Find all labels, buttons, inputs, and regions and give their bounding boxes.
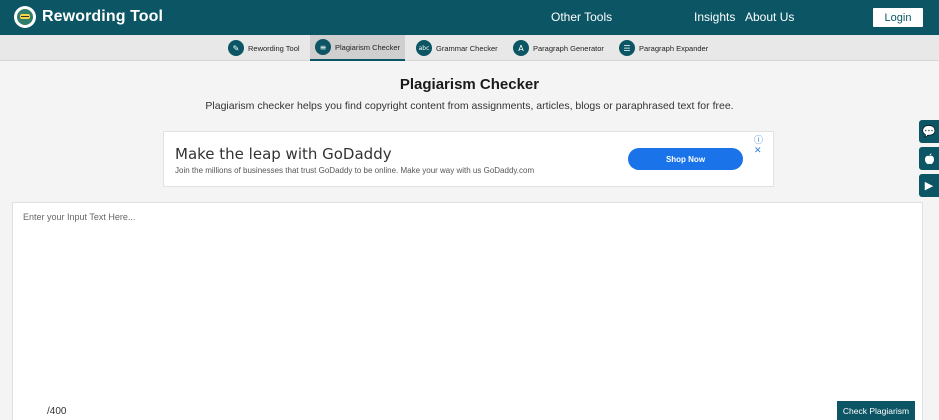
- abc-icon: abc: [416, 40, 432, 56]
- play-store-icon[interactable]: ▶: [919, 174, 939, 197]
- tool-tab-label: Grammar Checker: [436, 43, 498, 53]
- tool-tab-plagiarism[interactable]: ≡ Plagiarism Checker: [310, 35, 406, 61]
- tool-tab-label: Rewording Tool: [248, 43, 300, 53]
- word-counter: /400: [47, 406, 67, 417]
- text-editor-panel: /400 Check Plagiarism: [12, 202, 923, 420]
- check-plagiarism-button[interactable]: Check Plagiarism: [837, 401, 915, 420]
- tool-tab-paragraph-expander[interactable]: ☰ Paragraph Expander: [614, 35, 713, 61]
- tool-tab-rewording[interactable]: ✎ Rewording Tool: [223, 35, 305, 61]
- text-generate-icon: A: [513, 40, 529, 56]
- login-button[interactable]: Login: [873, 8, 923, 27]
- chat-icon[interactable]: 💬: [919, 120, 939, 143]
- nav-insights[interactable]: Insights: [694, 10, 735, 24]
- tool-tab-label: Plagiarism Checker: [335, 42, 401, 52]
- page-title: Plagiarism Checker: [399, 76, 540, 93]
- tools-subnav: ✎ Rewording Tool ≡ Plagiarism Checker ab…: [0, 35, 939, 61]
- tool-tab-paragraph-generator[interactable]: A Paragraph Generator: [508, 35, 609, 61]
- ad-description: Join the millions of businesses that tru…: [175, 166, 535, 175]
- document-search-icon: ≡: [315, 39, 331, 55]
- tool-tab-grammar[interactable]: abc Grammar Checker: [411, 35, 503, 61]
- brand-logo[interactable]: Rewording Tool: [14, 6, 163, 28]
- ad-headline[interactable]: Make the leap with GoDaddy: [175, 145, 392, 163]
- ad-shop-now-button[interactable]: Shop Now: [628, 148, 743, 170]
- advertisement-banner[interactable]: Make the leap with GoDaddy Join the mill…: [163, 131, 774, 187]
- page-subtitle: Plagiarism checker helps you find copyri…: [205, 100, 734, 112]
- list-expand-icon: ☰: [619, 40, 635, 56]
- brand-name: Rewording Tool: [42, 8, 164, 25]
- tool-tab-label: Paragraph Expander: [639, 43, 709, 53]
- tool-tab-label: Paragraph Generator: [533, 43, 604, 53]
- apple-icon[interactable]: [919, 147, 939, 170]
- apple-icon-shape: [924, 152, 934, 164]
- nav-other-tools[interactable]: Other Tools: [551, 10, 612, 24]
- nav-about-us[interactable]: About Us: [745, 10, 794, 24]
- input-textarea[interactable]: [13, 203, 922, 393]
- logo-icon: [14, 6, 36, 28]
- edit-icon: ✎: [228, 40, 244, 56]
- top-navbar: Rewording Tool Other Tools Insights Abou…: [0, 0, 939, 35]
- ad-choices-close-icon[interactable]: ⓘ ✕: [754, 133, 773, 156]
